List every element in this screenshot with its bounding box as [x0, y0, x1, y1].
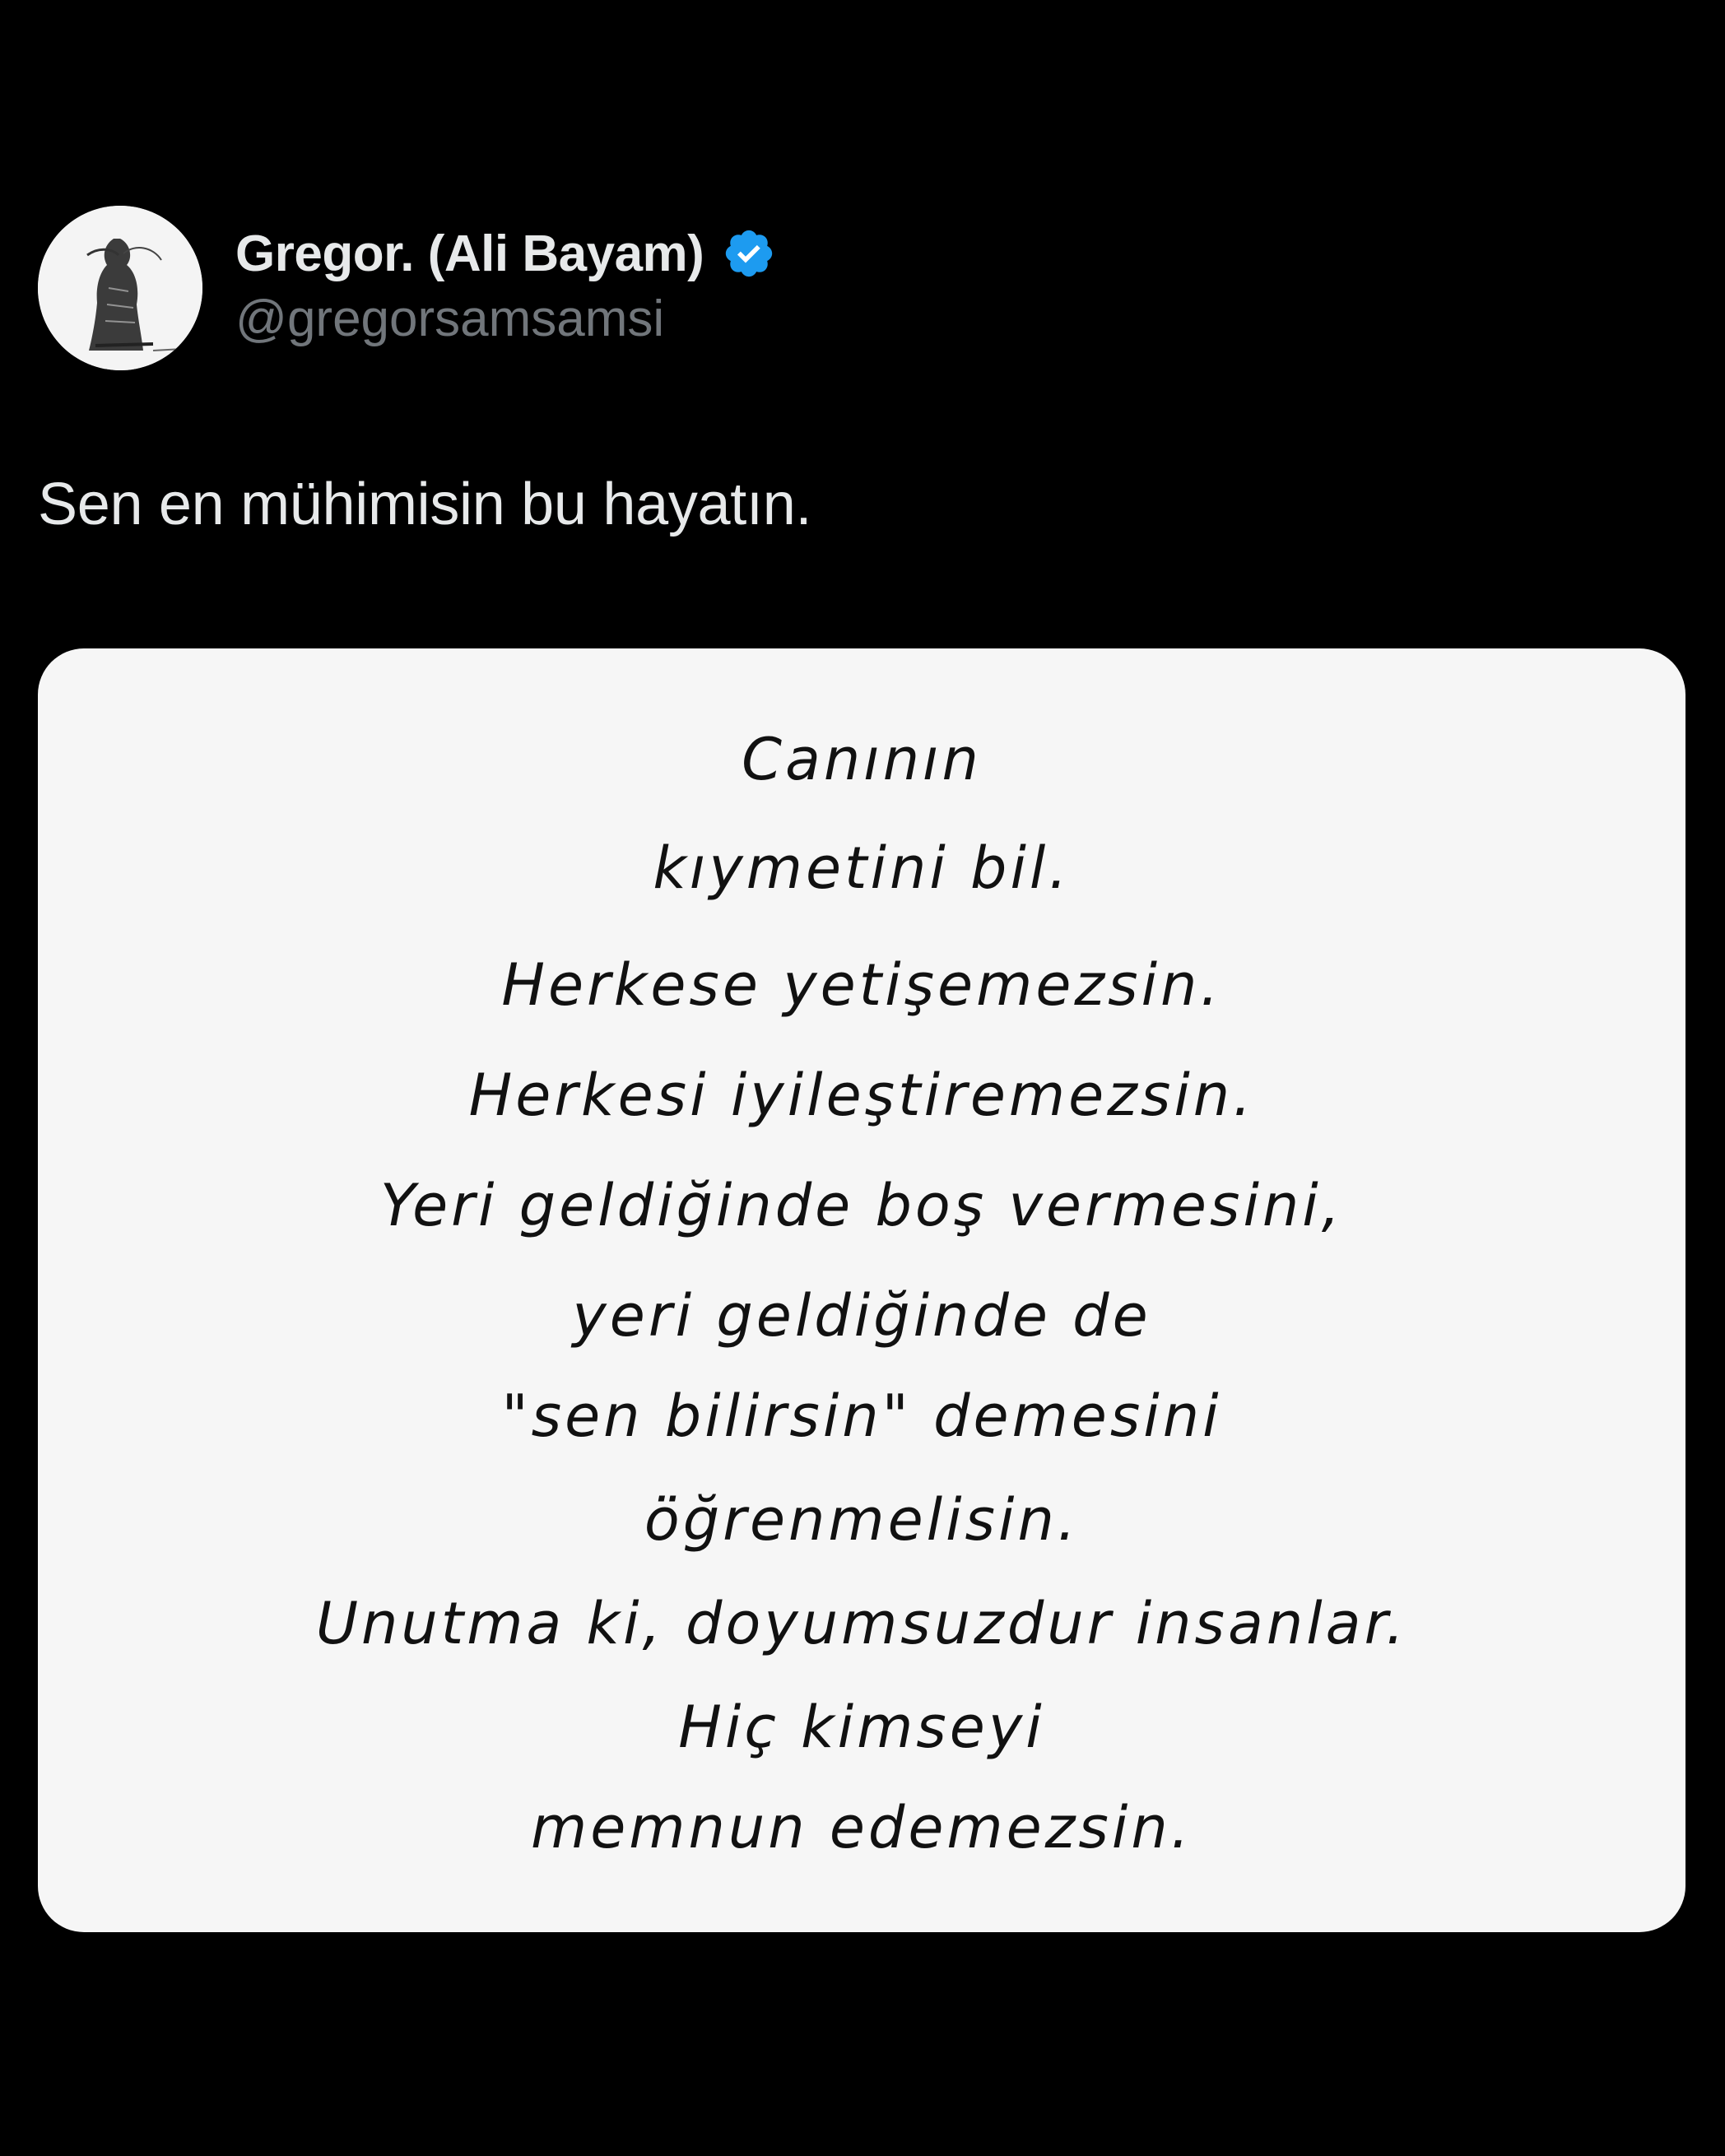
- poem-line: öğrenmelisin.: [644, 1486, 1080, 1554]
- poem-line: Hiç kimseyi: [678, 1694, 1045, 1761]
- handwritten-poem: Canının kıymetini bil. Herkese yetişemez…: [38, 648, 1685, 1932]
- sketch-portrait-icon: [38, 206, 202, 370]
- verified-badge-icon: [722, 226, 776, 281]
- author-handle[interactable]: @gregorsamsamsi: [235, 290, 664, 348]
- tweet: Gregor. (Ali Bayam) @gregorsamsamsi Sen …: [0, 0, 1725, 2156]
- poem-line: yeri geldiğinde de: [572, 1282, 1151, 1350]
- tweet-media-image[interactable]: Canının kıymetini bil. Herkese yetişemez…: [38, 648, 1685, 1932]
- poem-line: Yeri geldiğinde boş vermesini,: [380, 1172, 1343, 1239]
- tweet-text: Sen en mühimisin bu hayatın.: [38, 472, 812, 537]
- poem-line: Herkesi iyileştiremezsin.: [468, 1062, 1255, 1129]
- poem-line: Canının: [742, 726, 982, 793]
- poem-line: "sen bilirsin" demesini: [501, 1382, 1222, 1450]
- poem-line: kıymetini bil.: [653, 834, 1071, 902]
- poem-line: memnun edemezsin.: [531, 1794, 1193, 1861]
- poem-line: Herkese yetişemezsin.: [501, 951, 1222, 1019]
- avatar[interactable]: [38, 206, 202, 370]
- author-display-name[interactable]: Gregor. (Ali Bayam): [235, 221, 776, 286]
- poem-line: Unutma ki, doyumsuzdur insanlar.: [315, 1590, 1408, 1657]
- author-name-text: Gregor. (Ali Bayam): [235, 225, 704, 282]
